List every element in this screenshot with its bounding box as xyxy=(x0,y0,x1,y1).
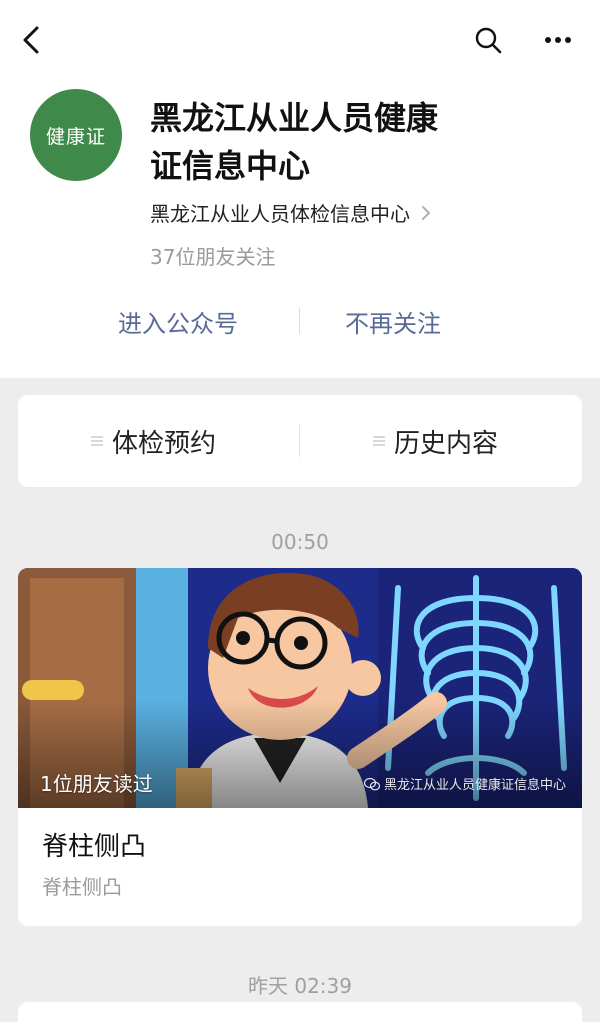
article-card[interactable]: 1位朋友读过 黑龙江从业人员健康证信息中心 脊柱侧凸 脊柱侧凸 xyxy=(18,568,582,926)
unfollow-button[interactable]: 不再关注 xyxy=(345,304,441,339)
avatar-text: 健康证 xyxy=(45,125,106,148)
back-button[interactable] xyxy=(14,22,50,58)
more-button[interactable] xyxy=(538,22,578,58)
menu-item-checkup-booking[interactable]: 体检预约 xyxy=(90,395,216,487)
wechat-logo-icon xyxy=(363,777,380,790)
message-timestamp: 昨天 02:39 xyxy=(248,974,352,998)
enter-account-button[interactable]: 进入公众号 xyxy=(118,304,238,339)
friends-read-badge: 1位朋友读过 xyxy=(40,772,153,796)
search-button[interactable] xyxy=(470,22,506,58)
account-name-line1: 黑龙江从业人员健康 xyxy=(150,99,439,137)
account-avatar: 健康证 xyxy=(30,89,122,181)
menu-lines-icon xyxy=(373,436,385,446)
article-digest: 脊柱侧凸 xyxy=(42,875,122,899)
subject-link[interactable]: 黑龙江从业人员体检信息中心 xyxy=(150,198,432,227)
account-name-line2: 证信息中心 xyxy=(150,147,311,185)
account-header: 健康证 黑龙江从业人员健康 证信息中心 黑龙江从业人员体检信息中心 37位朋友关… xyxy=(0,0,600,378)
account-menu: 体检预约 历史内容 xyxy=(18,395,582,487)
next-article-card[interactable] xyxy=(18,1002,582,1022)
subject-name: 黑龙江从业人员体检信息中心 xyxy=(150,202,410,226)
action-divider xyxy=(299,308,300,334)
menu-item-history[interactable]: 历史内容 xyxy=(372,395,498,487)
more-horizontal-icon xyxy=(545,37,571,43)
cover-watermark: 黑龙江从业人员健康证信息中心 xyxy=(363,774,566,793)
followers-count: 37位朋友关注 xyxy=(150,245,276,269)
chevron-left-icon xyxy=(23,26,39,54)
article-title: 脊柱侧凸 xyxy=(42,832,147,862)
chevron-right-icon xyxy=(422,205,430,220)
watermark-text: 黑龙江从业人员健康证信息中心 xyxy=(383,778,566,793)
menu-item-label: 体检预约 xyxy=(112,428,217,459)
message-timestamp: 00:50 xyxy=(271,530,329,554)
search-icon xyxy=(475,27,502,54)
account-name: 黑龙江从业人员健康 证信息中心 xyxy=(150,94,480,190)
menu-lines-icon xyxy=(91,436,103,446)
menu-divider xyxy=(299,425,300,457)
menu-item-label: 历史内容 xyxy=(394,428,499,459)
